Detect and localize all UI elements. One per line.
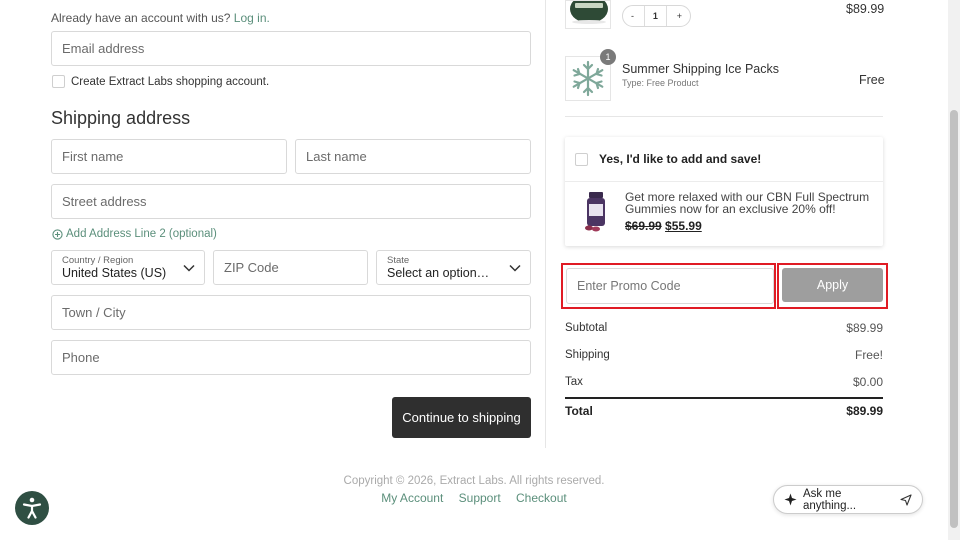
tax-value: $0.00 (852, 375, 883, 389)
upsell-new-price: $55.99 (665, 219, 702, 233)
item-price: $89.99 (846, 2, 885, 16)
create-account-row[interactable]: Create Extract Labs shopping account. (52, 75, 269, 88)
product-jar-icon (570, 1, 608, 24)
phone-input[interactable]: Phone (51, 340, 531, 375)
login-link[interactable]: Log in. (234, 11, 270, 25)
footer-link-my-account[interactable]: My Account (381, 491, 443, 505)
total-label: Total (565, 404, 593, 418)
ice-pack-title: Summer Shipping Ice Packs (622, 62, 780, 76)
footer-link-support[interactable]: Support (459, 491, 501, 505)
last-name-input[interactable]: Last name (295, 139, 531, 174)
state-select[interactable]: State Select an option… (376, 250, 531, 285)
column-divider (545, 0, 546, 448)
upsell-header[interactable]: Yes, I'd like to add and save! (565, 137, 883, 182)
ice-pack-type: Type: Free Product (622, 78, 699, 88)
upsell-description: Get more relaxed with our CBN Full Spect… (625, 190, 870, 216)
product-thumbnail (565, 0, 611, 29)
zip-code-input[interactable]: ZIP Code (213, 250, 368, 285)
promo-code-input[interactable]: Enter Promo Code (566, 268, 774, 304)
accessibility-icon (22, 497, 42, 519)
quantity-badge: 1 (600, 49, 616, 65)
add-address-line2-link[interactable]: Add Address Line 2 (optional) (52, 228, 217, 240)
upsell-prices: $69.99 $55.99 (625, 219, 702, 233)
gummies-bottle-icon (585, 192, 605, 232)
chevron-down-icon (509, 264, 521, 272)
shipping-address-title: Shipping address (51, 108, 191, 128)
street-address-input[interactable]: Street address (51, 184, 531, 219)
plus-circle-icon (52, 228, 63, 240)
country-select[interactable]: Country / Region United States (US) (51, 250, 205, 285)
upsell-card: Yes, I'd like to add and save! Get more … (565, 137, 883, 246)
footer-link-checkout[interactable]: Checkout (516, 491, 567, 505)
continue-to-shipping-button[interactable]: Continue to shipping (392, 397, 531, 438)
apply-button[interactable]: Apply (782, 268, 883, 302)
first-name-input[interactable]: First name (51, 139, 287, 174)
subtotal-value: $89.99 (846, 321, 883, 335)
quantity-stepper[interactable]: - 1 + (622, 5, 691, 27)
chevron-down-icon (183, 264, 195, 272)
ice-pack-price: Free (859, 73, 885, 87)
total-divider (565, 397, 883, 399)
accessibility-button[interactable] (15, 491, 49, 525)
tax-label: Tax (565, 376, 583, 388)
email-input[interactable]: Email address (51, 31, 531, 66)
assistant-chat-input[interactable]: Ask me anything... (773, 485, 923, 514)
upsell-checkbox[interactable] (575, 152, 588, 166)
total-value: $89.99 (846, 404, 883, 418)
send-icon[interactable] (900, 493, 912, 506)
shipping-value: Free! (854, 348, 883, 362)
scrollbar-thumb[interactable] (950, 110, 958, 528)
cart-divider (565, 116, 883, 117)
upsell-old-price: $69.99 (625, 219, 662, 233)
login-prompt: Already have an account with us? Log in. (51, 11, 270, 25)
shipping-label: Shipping (565, 349, 610, 361)
sparkle-icon (784, 493, 797, 506)
qty-value: 1 (643, 6, 667, 26)
qty-increase-button[interactable]: + (677, 11, 682, 21)
subtotal-label: Subtotal (565, 322, 608, 334)
qty-decrease-button[interactable]: - (631, 11, 634, 21)
town-city-input[interactable]: Town / City (51, 295, 531, 330)
create-account-checkbox[interactable] (52, 75, 65, 88)
